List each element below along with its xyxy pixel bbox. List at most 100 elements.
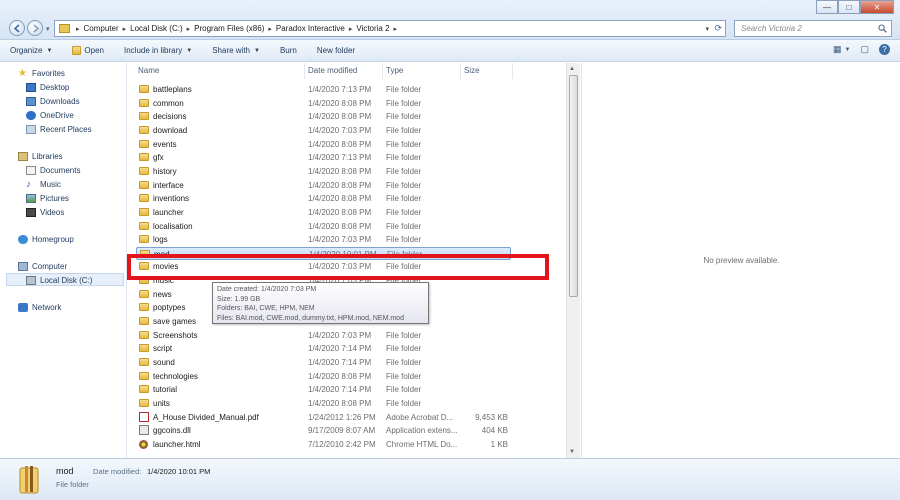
close-button[interactable]: ✕ [860, 0, 894, 14]
breadcrumb-computer[interactable]: Computer [84, 24, 119, 33]
address-dropdown-icon[interactable]: ▾ [705, 25, 709, 33]
minimize-button[interactable]: — [816, 0, 838, 14]
open-button[interactable]: Open [72, 46, 104, 55]
organize-menu[interactable]: Organize ▼ [10, 46, 52, 55]
file-type: File folder [386, 385, 422, 395]
folder-icon [139, 371, 149, 380]
nav-music[interactable]: ♪ Music [26, 179, 61, 190]
breadcrumb-separator[interactable]: ▸ [349, 25, 353, 33]
list-item[interactable]: script 1/4/2020 7:14 PM File folder [136, 342, 568, 355]
breadcrumb-program-files[interactable]: Program Files (x86) [194, 24, 264, 33]
share-with-menu[interactable]: Share with ▼ [212, 46, 260, 55]
breadcrumb-victoria-2[interactable]: Victoria 2 [356, 24, 389, 33]
column-divider[interactable] [460, 63, 461, 79]
list-item[interactable]: ggcoins.dll 9/17/2009 8:07 AM Application … [136, 424, 568, 437]
nav-onedrive[interactable]: OneDrive [26, 111, 74, 120]
maximize-button[interactable]: □ [838, 0, 860, 14]
nav-desktop[interactable]: Desktop [26, 83, 69, 92]
list-item[interactable]: gfx 1/4/2020 7:13 PM File folder [136, 151, 568, 164]
forward-button[interactable] [27, 20, 43, 36]
list-item[interactable]: battleplans 1/4/2020 7:13 PM File folder [136, 83, 568, 96]
file-name: inventions [153, 194, 190, 204]
column-divider[interactable] [304, 63, 305, 79]
scrollbar-thumb[interactable] [569, 75, 578, 297]
file-name: A_House Divided_Manual.pdf [153, 412, 259, 422]
list-item[interactable]: tutorial 1/4/2020 7:14 PM File folder [136, 383, 568, 396]
file-type: File folder [386, 221, 422, 231]
column-header-name[interactable]: Name [138, 66, 159, 75]
nav-videos[interactable]: Videos [26, 208, 64, 217]
new-folder-button[interactable]: New folder [317, 46, 355, 55]
burn-button[interactable]: Burn [280, 46, 297, 55]
column-header-date[interactable]: Date modified [308, 66, 357, 75]
breadcrumb-separator[interactable]: ▸ [268, 25, 272, 33]
recent-pages-dropdown-icon[interactable]: ▾ [46, 25, 50, 33]
file-date: 1/4/2020 7:14 PM [308, 344, 372, 354]
change-view-icon[interactable]: ▦ [833, 44, 842, 55]
open-folder-icon [72, 46, 82, 55]
folder-icon [139, 139, 149, 148]
view-options-dropdown-icon[interactable]: ▼ [845, 47, 851, 53]
file-name: history [153, 166, 177, 176]
include-in-library-menu[interactable]: Include in library ▼ [124, 46, 192, 55]
preview-pane-icon[interactable]: ▢ [860, 44, 869, 55]
breadcrumb-paradox[interactable]: Paradox Interactive [276, 24, 345, 33]
column-header-type[interactable]: Type [386, 66, 403, 75]
list-item[interactable]: common 1/4/2020 8:08 PM File folder [136, 97, 568, 110]
list-item[interactable]: units 1/4/2020 8:08 PM File folder [136, 397, 568, 410]
nav-local-disk[interactable]: Local Disk (C:) [26, 276, 92, 285]
address-field[interactable]: ▸ Computer ▸ Local Disk (C:) ▸ Program F… [54, 20, 726, 37]
folder-icon [139, 344, 149, 353]
refresh-icon[interactable]: ⟳ [714, 23, 722, 34]
search-input[interactable] [741, 24, 873, 33]
nav-desktop-label: Desktop [40, 83, 70, 92]
list-item[interactable]: A_House Divided_Manual.pdf 1/24/2012 1:26… [136, 411, 568, 424]
help-icon[interactable]: ? [879, 44, 890, 55]
nav-libraries[interactable]: Libraries [18, 152, 63, 161]
list-item[interactable]: history 1/4/2020 8:08 PM File folder [136, 165, 568, 178]
nav-recent-places[interactable]: Recent Places [26, 125, 92, 134]
column-divider[interactable] [382, 63, 383, 79]
scroll-down-icon[interactable]: ▼ [569, 449, 575, 455]
column-divider[interactable] [512, 63, 513, 79]
command-bar: Organize ▼ Open Include in library ▼ Share… [0, 40, 900, 62]
file-type: File folder [386, 166, 422, 176]
file-date: 1/4/2020 8:08 PM [308, 398, 372, 408]
list-item[interactable]: localisation 1/4/2020 8:08 PM File folder [136, 220, 568, 233]
chevron-down-icon: ▼ [46, 47, 53, 54]
list-item[interactable]: decisions 1/4/2020 8:08 PM File folder [136, 110, 568, 123]
nav-libraries-label: Libraries [32, 152, 63, 161]
nav-downloads[interactable]: Downloads [26, 97, 80, 106]
list-item[interactable]: download 1/4/2020 7:03 PM File folder [136, 124, 568, 137]
nav-documents[interactable]: Documents [26, 166, 80, 175]
list-item[interactable]: interface 1/4/2020 8:08 PM File folder [136, 179, 568, 192]
file-type: File folder [386, 344, 422, 354]
search-icon[interactable] [878, 24, 887, 33]
breadcrumb-separator[interactable]: ▸ [123, 25, 127, 33]
list-item[interactable]: launcher 1/4/2020 8:08 PM File folder [136, 206, 568, 219]
list-item[interactable]: sound 1/4/2020 7:14 PM File folder [136, 356, 568, 369]
vertical-scrollbar[interactable]: ▲ ▼ [566, 63, 580, 458]
nav-network[interactable]: Network [18, 303, 61, 312]
nav-pictures[interactable]: Pictures [26, 194, 69, 203]
list-item[interactable]: launcher.html 7/12/2010 2:42 PM Chrome HTM… [136, 438, 568, 451]
column-header-size[interactable]: Size [464, 66, 480, 75]
list-item[interactable]: logs 1/4/2020 7:03 PM File folder [136, 233, 568, 246]
search-box[interactable] [734, 20, 892, 37]
back-button[interactable] [9, 20, 25, 36]
list-item[interactable]: inventions 1/4/2020 8:08 PM File folder [136, 192, 568, 205]
scroll-up-icon[interactable]: ▲ [569, 66, 575, 72]
music-icon: ♪ [26, 179, 31, 190]
nav-computer[interactable]: Computer [18, 262, 67, 271]
file-name: logs [153, 235, 168, 245]
list-item[interactable]: events 1/4/2020 8:08 PM File folder [136, 138, 568, 151]
breadcrumb-local-disk[interactable]: Local Disk (C:) [130, 24, 182, 33]
list-item[interactable]: technologies 1/4/2020 8:08 PM File folder [136, 370, 568, 383]
folder-info-tooltip: Date created: 1/4/2020 7:03 PM Size: 1.9… [212, 282, 429, 324]
libraries-icon [18, 152, 28, 161]
breadcrumb-separator[interactable]: ▸ [187, 25, 191, 33]
breadcrumb-separator[interactable]: ▸ [394, 25, 398, 33]
list-item[interactable]: Screenshots 1/4/2020 7:03 PM File folder [136, 329, 568, 342]
nav-favorites[interactable]: ★ Favorites [18, 69, 65, 79]
nav-homegroup[interactable]: Homegroup [18, 235, 74, 244]
